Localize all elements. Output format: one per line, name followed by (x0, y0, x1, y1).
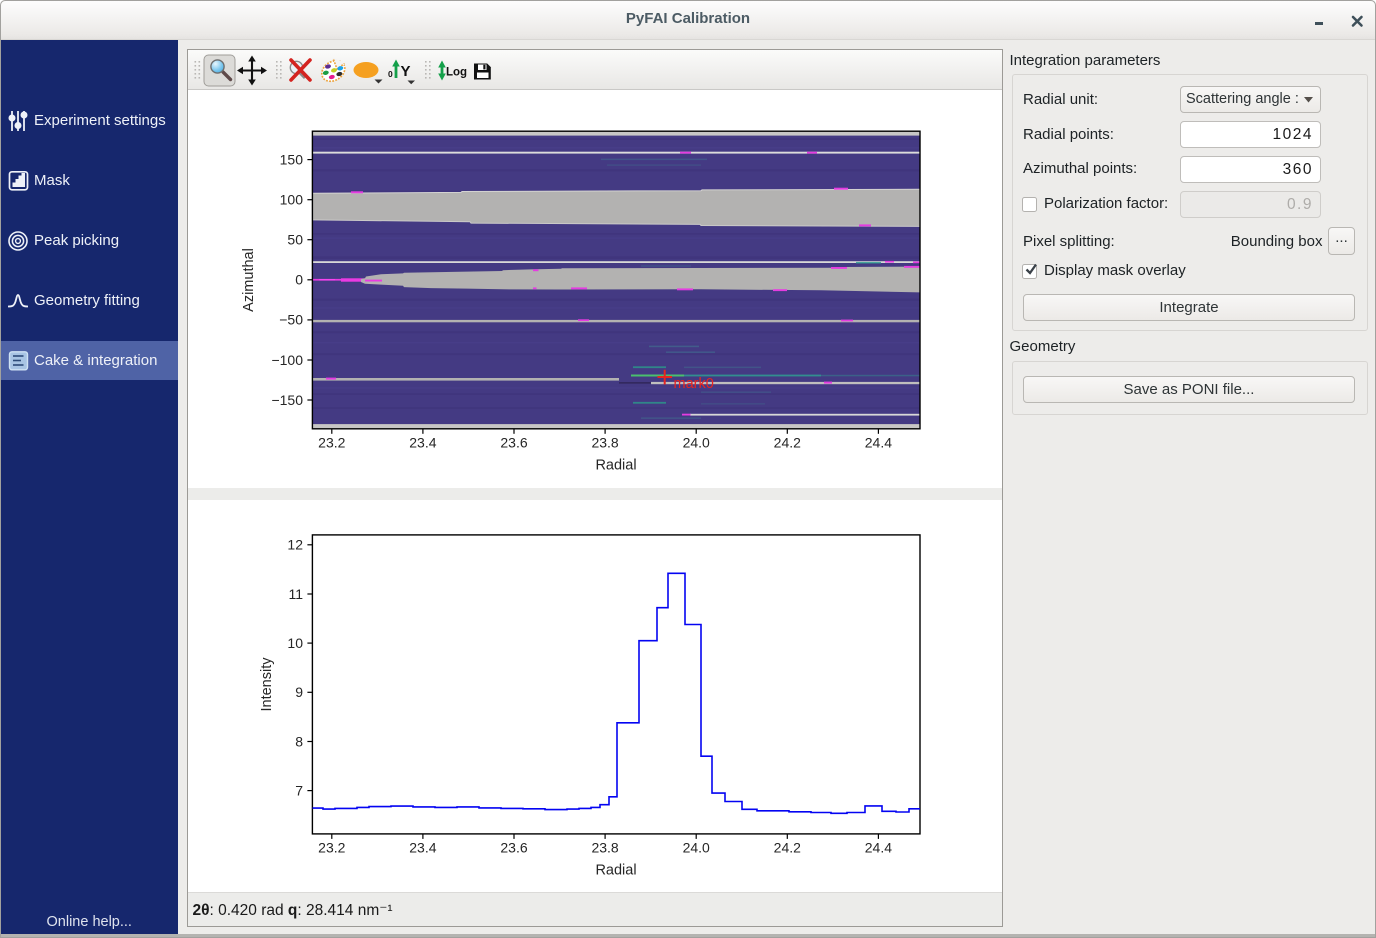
svg-text:12: 12 (287, 537, 303, 553)
svg-text:150: 150 (280, 151, 304, 167)
svg-text:Log: Log (446, 67, 467, 79)
svg-text:24.4: 24.4 (865, 435, 892, 451)
svg-text:11: 11 (288, 586, 303, 602)
svg-text:24.4: 24.4 (865, 840, 892, 856)
svg-text:24.2: 24.2 (774, 840, 801, 856)
svg-text:9: 9 (295, 684, 303, 700)
svg-text:10: 10 (287, 635, 303, 651)
svg-text:100: 100 (280, 192, 304, 208)
svg-text:Y: Y (401, 63, 411, 80)
svg-text:23.2: 23.2 (318, 840, 345, 856)
svg-text:−150: −150 (271, 392, 303, 408)
svg-text:23.2: 23.2 (318, 435, 345, 451)
svg-text:50: 50 (287, 232, 303, 248)
svg-text:7: 7 (295, 782, 303, 798)
svg-text:24.2: 24.2 (774, 435, 801, 451)
svg-text:8: 8 (295, 733, 303, 749)
svg-text:24.0: 24.0 (683, 840, 710, 856)
svg-text:0: 0 (295, 272, 303, 288)
svg-text:23.8: 23.8 (591, 435, 618, 451)
svg-text:23.4: 23.4 (409, 840, 436, 856)
svg-text:−100: −100 (271, 352, 303, 368)
svg-text:Azimuthal: Azimuthal (241, 248, 257, 312)
svg-text:23.6: 23.6 (500, 435, 527, 451)
svg-text:23.8: 23.8 (591, 840, 618, 856)
svg-text:Radial: Radial (595, 863, 636, 879)
svg-text:23.6: 23.6 (500, 840, 527, 856)
svg-text:23.4: 23.4 (409, 435, 436, 451)
svg-text:Radial: Radial (595, 458, 636, 474)
svg-text:Intensity: Intensity (259, 657, 275, 712)
svg-text:24.0: 24.0 (683, 435, 710, 451)
svg-text:−50: −50 (279, 312, 303, 328)
svg-text:mark0: mark0 (674, 376, 714, 392)
svg-text:0: 0 (388, 69, 393, 79)
